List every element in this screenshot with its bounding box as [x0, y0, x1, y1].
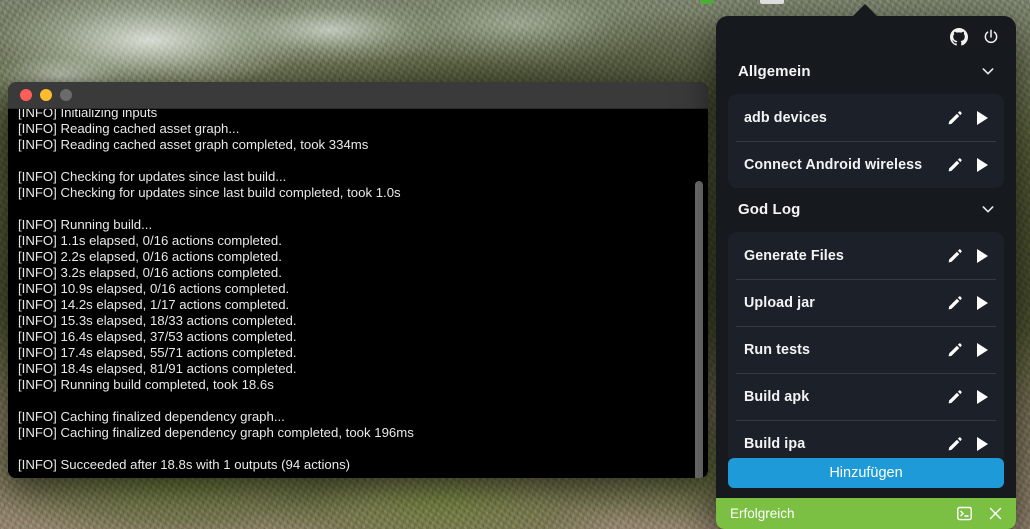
log-line: [INFO] Reading cached asset graph... [18, 121, 240, 136]
close-window-button[interactable] [20, 89, 32, 101]
play-icon[interactable] [977, 295, 988, 310]
log-line: [INFO] 1.1s elapsed, 0/16 actions comple… [18, 233, 282, 248]
menubar-white-item[interactable] [760, 0, 784, 4]
log-line: [INFO] Checking for updates since last b… [18, 169, 287, 184]
log-line: [INFO] 15.3s elapsed, 18/33 actions comp… [18, 313, 297, 328]
add-command-button[interactable]: Hinzufügen [728, 458, 1004, 488]
command-label: Build ipa [744, 435, 806, 452]
chevron-down-icon[interactable] [980, 63, 996, 79]
log-line: [INFO] 3.2s elapsed, 0/16 actions comple… [18, 265, 282, 280]
close-icon[interactable] [987, 505, 1004, 522]
command-label: Build apk [744, 388, 810, 405]
command-actions [947, 157, 990, 173]
pencil-icon[interactable] [947, 436, 963, 452]
log-line-blank [18, 441, 688, 457]
status-actions [956, 505, 1004, 522]
command-label: Upload jar [744, 294, 815, 311]
log-line: [INFO] 2.2s elapsed, 0/16 actions comple… [18, 249, 282, 264]
status-message: Erfolgreich [730, 506, 795, 521]
terminal-icon[interactable] [956, 505, 973, 522]
play-icon[interactable] [977, 342, 988, 357]
log-line: [INFO] Running build... [18, 217, 153, 232]
terminal-scrollbar[interactable] [695, 181, 703, 478]
command-actions [947, 389, 990, 405]
log-line: [INFO] Succeeded after 18.8s with 1 outp… [18, 457, 351, 472]
command-label: Generate Files [744, 247, 844, 264]
pencil-icon[interactable] [947, 295, 963, 311]
chevron-down-icon[interactable] [980, 201, 996, 217]
command-group-card: adb devices Connect Android wireless [728, 94, 1004, 188]
log-line: [INFO] Checking for updates since last b… [18, 185, 401, 200]
terminal-titlebar[interactable] [8, 82, 708, 109]
section-title: Allgemein [738, 62, 811, 80]
command-row[interactable]: Connect Android wireless [728, 141, 1004, 188]
terminal-window[interactable]: [INFO] Initializing inputs [INFO] Reading… [8, 82, 708, 478]
command-label: Connect Android wireless [744, 156, 923, 173]
terminal-log-output: [INFO] Initializing inputs [INFO] Reading… [18, 109, 688, 473]
command-actions [947, 110, 990, 126]
log-line: [INFO] 17.4s elapsed, 55/71 actions comp… [18, 345, 297, 360]
menubar-green-item[interactable] [700, 0, 714, 4]
log-line-blank [18, 393, 688, 409]
log-line: [INFO] Reading cached asset graph comple… [18, 137, 369, 152]
pencil-icon[interactable] [947, 389, 963, 405]
command-row[interactable]: Generate Files [728, 232, 1004, 279]
panel-topbar [716, 16, 1016, 50]
log-line: [INFO] Initializing inputs [18, 109, 158, 120]
log-line: [INFO] Caching finalized dependency grap… [18, 425, 414, 440]
play-icon[interactable] [977, 389, 988, 404]
command-row[interactable]: adb devices [728, 94, 1004, 141]
pencil-icon[interactable] [947, 248, 963, 264]
desktop-wallpaper: [INFO] Initializing inputs [INFO] Reading… [0, 0, 1030, 529]
log-line: [INFO] 16.4s elapsed, 37/53 actions comp… [18, 329, 297, 344]
command-row[interactable]: Upload jar [728, 279, 1004, 326]
panel-sections-scroll[interactable]: Allgemein adb devices Connect Android wire… [716, 50, 1016, 458]
pencil-icon[interactable] [947, 157, 963, 173]
log-line: [INFO] 14.2s elapsed, 1/17 actions compl… [18, 297, 290, 312]
play-icon[interactable] [977, 110, 988, 125]
section-title: God Log [738, 200, 801, 218]
log-line-blank [18, 201, 688, 217]
log-line: [INFO] 10.9s elapsed, 0/16 actions compl… [18, 281, 290, 296]
terminal-body[interactable]: [INFO] Initializing inputs [INFO] Reading… [8, 109, 708, 478]
power-icon[interactable] [982, 28, 1000, 46]
popover-arrow [852, 4, 878, 17]
panel-footer: Hinzufügen [716, 458, 1016, 498]
command-actions [947, 436, 990, 452]
command-row[interactable]: Build ipa [728, 420, 1004, 458]
log-line: [INFO] Running build completed, took 18.… [18, 377, 274, 392]
play-icon[interactable] [977, 436, 988, 451]
zoom-window-button[interactable] [60, 89, 72, 101]
status-bar: Erfolgreich [716, 498, 1016, 529]
command-actions [947, 248, 990, 264]
command-row[interactable]: Build apk [728, 373, 1004, 420]
command-runner-panel: Allgemein adb devices Connect Android wire… [716, 16, 1016, 529]
command-label: Run tests [744, 341, 811, 358]
log-line: [INFO] 18.4s elapsed, 81/91 actions comp… [18, 361, 297, 376]
github-icon[interactable] [950, 28, 968, 46]
command-label: adb devices [744, 109, 827, 126]
pencil-icon[interactable] [947, 110, 963, 126]
pencil-icon[interactable] [947, 342, 963, 358]
command-group-card: Generate Files Upload jar Run tests Build a… [728, 232, 1004, 458]
command-actions [947, 295, 990, 311]
play-icon[interactable] [977, 157, 988, 172]
play-icon[interactable] [977, 248, 988, 263]
log-line: [INFO] Caching finalized dependency grap… [18, 409, 285, 424]
section-header[interactable]: Allgemein [728, 54, 1004, 88]
command-row[interactable]: Run tests [728, 326, 1004, 373]
log-line-blank [18, 153, 688, 169]
section-header[interactable]: God Log [728, 192, 1004, 226]
minimize-window-button[interactable] [40, 89, 52, 101]
command-actions [947, 342, 990, 358]
